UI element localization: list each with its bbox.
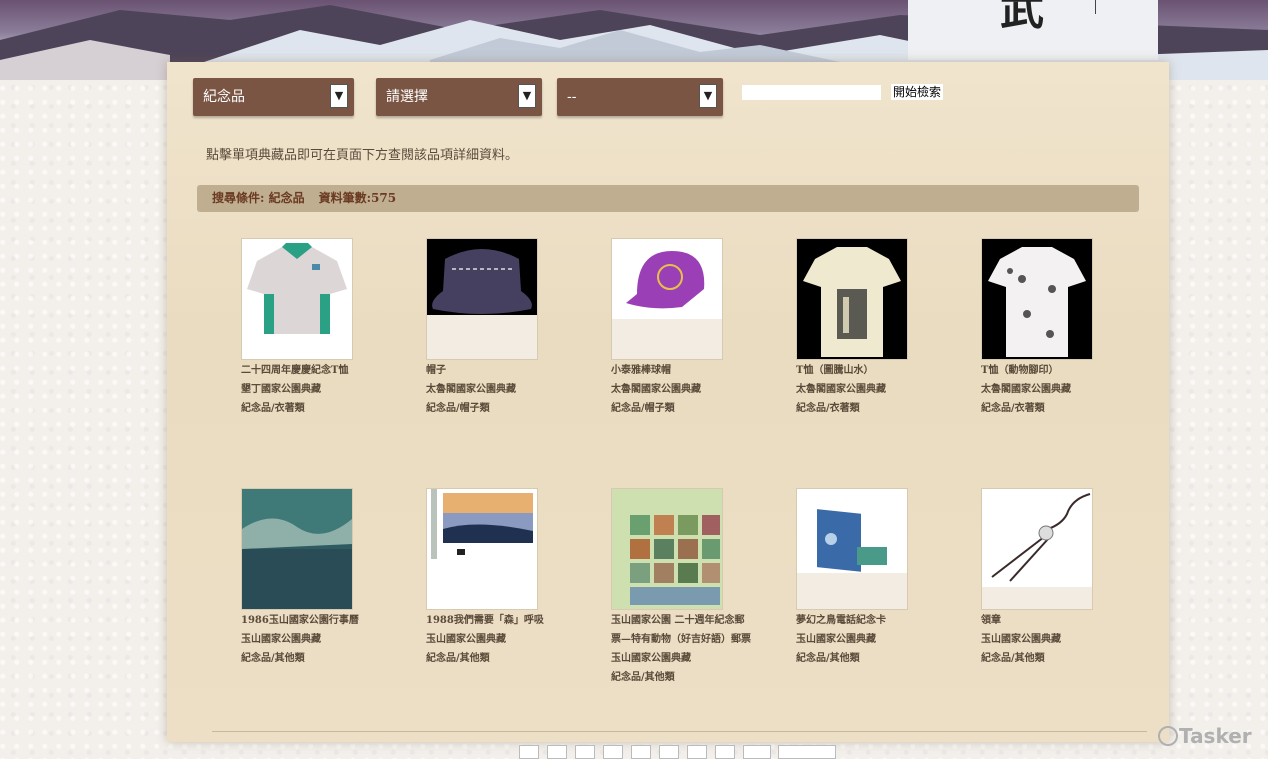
product-thumbnail[interactable] (611, 238, 723, 360)
product-thumbnail[interactable] (796, 238, 908, 360)
product-collection: 墾丁國家公園典藏 (241, 384, 321, 395)
bolo-tie-image (982, 489, 1092, 587)
phone-card-image (797, 489, 907, 573)
tshirt-paw-image (982, 239, 1092, 359)
product-thumbnail[interactable] (426, 238, 538, 360)
product-category: 紀念品/其他類 (796, 653, 860, 664)
product-title[interactable]: 玉山國家公園 二十週年紀念郵票—特有動物（好吉好語）郵票 (611, 611, 751, 649)
product-collection: 玉山國家公園典藏 (426, 634, 506, 645)
calligraphy-logo: 武 (1000, 0, 1044, 35)
product-collection: 太魯閣國家公園典藏 (426, 384, 516, 395)
product-item[interactable]: 1988我們需要「森」呼吸 玉山國家公園典藏 紀念品/其他類 (426, 611, 561, 668)
chevron-down-icon[interactable]: ▼ (330, 84, 348, 108)
product-category: 紀念品/衣著類 (241, 403, 305, 414)
instruction-text: 點擊單項典藏品即可在頁面下方查閱該品項詳細資料。 (206, 148, 519, 163)
product-collection: 太魯閣國家公園典藏 (796, 384, 886, 395)
product-collection: 玉山國家公園典藏 (981, 634, 1061, 645)
product-category: 紀念品/衣著類 (796, 403, 860, 414)
product-category: 紀念品/其他類 (241, 653, 305, 664)
category-select[interactable]: 紀念品 ▼ (193, 78, 354, 116)
product-title[interactable]: 小泰雅棒球帽 (611, 361, 746, 380)
third-select-value: -- (567, 89, 577, 105)
product-category: 紀念品/其他類 (981, 653, 1045, 664)
third-select[interactable]: -- ▼ (557, 78, 723, 116)
product-category: 紀念品/帽子類 (611, 403, 675, 414)
product-title[interactable]: 領章 (981, 611, 1116, 630)
calendar-image (242, 489, 352, 609)
pagination-divider (212, 731, 1147, 732)
category-select-value: 紀念品 (203, 89, 245, 105)
product-title[interactable]: 1988我們需要「森」呼吸 (426, 611, 561, 630)
product-item[interactable]: 小泰雅棒球帽 太魯閣國家公園典藏 紀念品/帽子類 (611, 361, 746, 418)
product-collection: 玉山國家公園典藏 (796, 634, 876, 645)
product-collection: 太魯閣國家公園典藏 (981, 384, 1071, 395)
product-thumbnail[interactable] (241, 488, 353, 610)
bucket-hat-image (427, 239, 537, 315)
subcategory-select[interactable]: 請選擇 ▼ (376, 78, 542, 116)
stamp-sheet-image (612, 489, 722, 609)
search-condition-bar: 搜尋條件: 紀念品 資料筆數:575 (197, 185, 1139, 212)
banner-divider (1095, 0, 1096, 14)
product-item[interactable]: T恤（圖騰山水） 太魯閣國家公園典藏 紀念品/衣著類 (796, 361, 931, 418)
product-thumbnail[interactable] (981, 488, 1093, 610)
result-count: 資料筆數:575 (318, 191, 397, 205)
search-input[interactable] (742, 85, 881, 100)
product-category: 紀念品/其他類 (426, 653, 490, 664)
chevron-down-icon[interactable]: ▼ (518, 84, 536, 108)
tshirt-landscape-image (797, 239, 907, 359)
product-item[interactable]: 二十四周年慶慶紀念T恤 墾丁國家公園典藏 紀念品/衣著類 (241, 361, 376, 418)
product-item[interactable]: 帽子 太魯閣國家公園典藏 紀念品/帽子類 (426, 361, 561, 418)
product-item[interactable]: 1986玉山國家公園行事曆 玉山國家公園典藏 紀念品/其他類 (241, 611, 376, 668)
tasker-logo-icon (1158, 726, 1178, 746)
product-category: 紀念品/帽子類 (426, 403, 490, 414)
watermark: Tasker (1158, 724, 1252, 748)
product-thumbnail[interactable] (796, 488, 908, 610)
product-thumbnail[interactable] (981, 238, 1093, 360)
product-collection: 玉山國家公園典藏 (241, 634, 321, 645)
product-thumbnail[interactable] (426, 488, 538, 610)
product-item[interactable]: 領章 玉山國家公園典藏 紀念品/其他類 (981, 611, 1116, 668)
search-condition-label: 搜尋條件: 紀念品 (212, 191, 305, 205)
watermark-text: Tasker (1179, 724, 1252, 748)
product-collection: 太魯閣國家公園典藏 (611, 384, 701, 395)
product-title[interactable]: 1986玉山國家公園行事曆 (241, 611, 376, 630)
product-category: 紀念品/其他類 (611, 672, 675, 683)
product-title[interactable]: 帽子 (426, 361, 561, 380)
product-item[interactable]: 夢幻之鳥電話紀念卡 玉山國家公園典藏 紀念品/其他類 (796, 611, 931, 668)
product-item[interactable]: T恤（動物腳印） 太魯閣國家公園典藏 紀念品/衣著類 (981, 361, 1116, 418)
product-title[interactable]: T恤（圖騰山水） (796, 361, 931, 380)
subcategory-select-value: 請選擇 (386, 89, 428, 105)
search-button[interactable]: 開始檢索 (891, 84, 944, 100)
product-title[interactable]: 二十四周年慶慶紀念T恤 (241, 361, 376, 380)
polo-shirt-image (242, 239, 352, 359)
chevron-down-icon[interactable]: ▼ (699, 84, 717, 108)
poster-image (427, 489, 537, 609)
product-collection: 玉山國家公園典藏 (611, 653, 691, 664)
product-thumbnail[interactable] (611, 488, 723, 610)
product-thumbnail[interactable] (241, 238, 353, 360)
product-title[interactable]: 夢幻之鳥電話紀念卡 (796, 611, 931, 630)
product-title[interactable]: T恤（動物腳印） (981, 361, 1116, 380)
baseball-cap-image (612, 239, 722, 319)
product-category: 紀念品/衣著類 (981, 403, 1045, 414)
product-item[interactable]: 玉山國家公園 二十週年紀念郵票—特有動物（好吉好語）郵票 玉山國家公園典藏 紀念… (611, 611, 751, 687)
